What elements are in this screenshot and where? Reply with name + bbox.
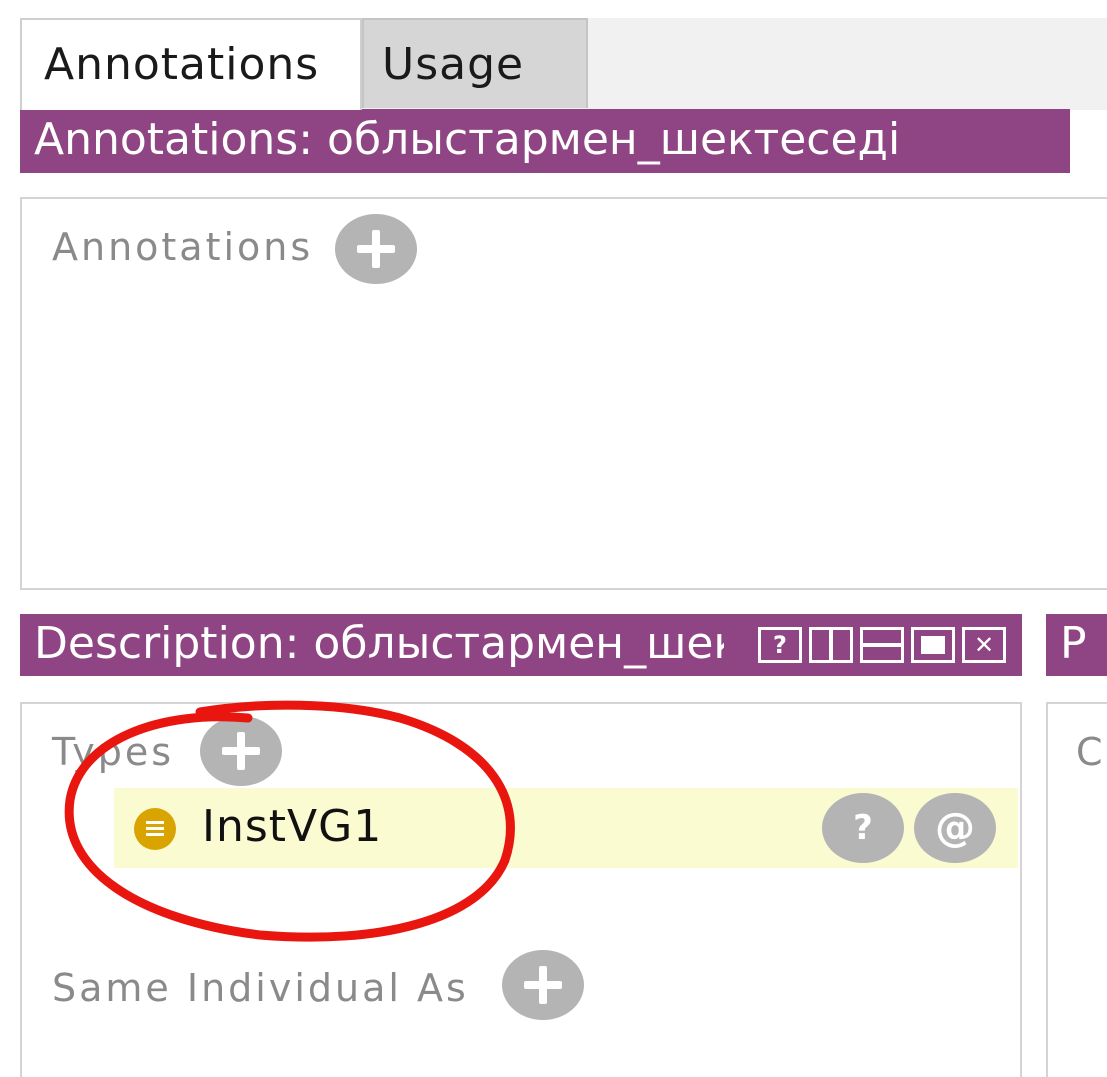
protege-individual-view: Annotations Usage Annotations: облыстарм… — [0, 0, 1107, 1077]
close-icon[interactable] — [962, 627, 1006, 663]
tab-bar: Annotations Usage — [20, 18, 1107, 110]
maximize-icon[interactable] — [911, 627, 955, 663]
property-assertions-header-title: P — [1060, 618, 1087, 669]
add-annotation-button[interactable] — [335, 214, 417, 284]
split-vertical-icon[interactable] — [809, 627, 853, 663]
property-assertions-panel: C — [1046, 702, 1107, 1077]
add-type-button[interactable] — [200, 716, 282, 786]
types-section-label: Types — [52, 730, 175, 774]
same-individual-section-label: Same Individual As — [52, 966, 469, 1010]
description-panel: Types InstVG1 ? @ Same Individual As — [20, 702, 1022, 1077]
type-item-name[interactable]: InstVG1 — [202, 794, 382, 860]
annotate-button[interactable]: @ — [914, 793, 996, 863]
property-section-label: C — [1076, 730, 1106, 774]
description-header-title: Description: облыстармен_шектеседі — [34, 618, 724, 669]
annotations-section-label: Annotations — [52, 225, 314, 269]
annotations-header-title: Annotations: облыстармен_шектеседі — [34, 114, 901, 165]
view-window-controls — [758, 627, 1006, 663]
tab-annotations[interactable]: Annotations — [20, 18, 362, 110]
description-header: Description: облыстармен_шектеседі — [20, 614, 1022, 676]
type-item-row[interactable]: InstVG1 ? @ — [114, 788, 1018, 868]
annotations-panel: Annotations — [20, 197, 1107, 590]
explain-button[interactable]: ? — [822, 793, 904, 863]
annotations-header: Annotations: облыстармен_шектеседі — [20, 109, 1070, 173]
add-same-individual-button[interactable] — [502, 950, 584, 1020]
tab-usage[interactable]: Usage — [362, 18, 588, 108]
property-assertions-header: P — [1046, 614, 1107, 676]
class-icon — [134, 808, 176, 850]
help-icon[interactable] — [758, 627, 802, 663]
split-horizontal-icon[interactable] — [860, 627, 904, 663]
